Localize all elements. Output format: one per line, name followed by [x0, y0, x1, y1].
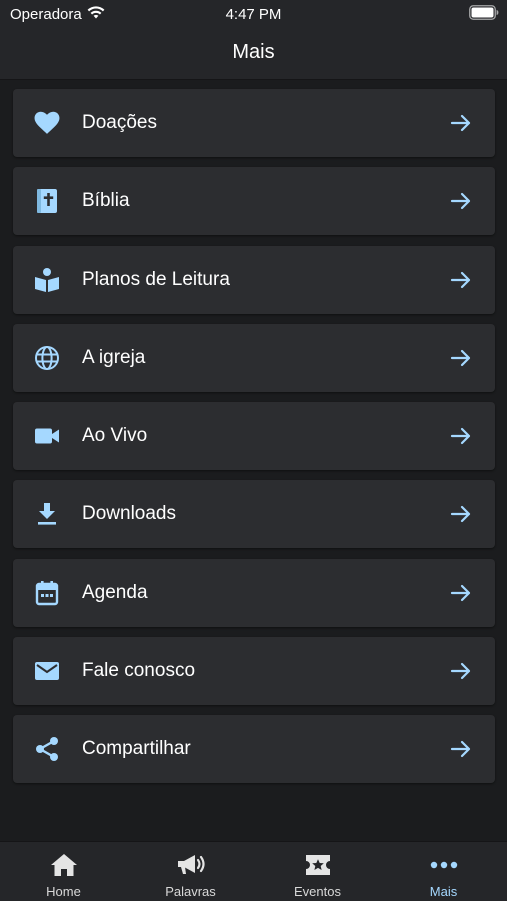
- calendar-icon: [33, 579, 61, 607]
- arrow-right-icon: [450, 349, 471, 366]
- menu-item-label: Doações: [82, 112, 157, 133]
- menu-item-label: Agenda: [82, 581, 148, 603]
- menu-item-label: Ao Vivo: [82, 425, 148, 446]
- menu-item-ao-vivo[interactable]: Ao Vivo: [13, 402, 495, 470]
- menu-item-doacoes[interactable]: Doações: [13, 89, 495, 157]
- arrow-right-icon: [450, 662, 471, 679]
- share-icon: [33, 735, 61, 763]
- megaphone-icon: [177, 855, 205, 874]
- arrow-right-icon: [450, 427, 471, 445]
- menu-item-compartilhar[interactable]: Compartilhar: [13, 715, 495, 783]
- bible-icon: [33, 187, 61, 215]
- menu-item-biblia[interactable]: Bíblia: [13, 167, 495, 236]
- tab-label: Mais: [429, 884, 458, 899]
- tab-label: Home: [46, 884, 81, 899]
- mail-icon: [33, 657, 61, 685]
- battery-icon: [469, 5, 499, 20]
- reading-plan-icon: [33, 266, 61, 294]
- status-bar: Operadora 4:47 PM: [0, 0, 507, 28]
- tab-eventos[interactable]: Eventos: [254, 842, 381, 901]
- menu-item-fale-conosco[interactable]: Fale conosco: [13, 636, 495, 705]
- menu-item-label: Bíblia: [82, 190, 130, 212]
- tab-bar: Home Palavras Eventos Mais: [0, 841, 507, 901]
- menu-item-agenda[interactable]: Agenda: [13, 558, 495, 627]
- arrow-right-icon: [450, 740, 471, 758]
- arrow-right-icon: [450, 193, 471, 210]
- menu-item-label: Planos de Leitura: [82, 268, 230, 290]
- arrow-right-icon: [450, 506, 471, 523]
- globe-icon: [33, 344, 61, 372]
- menu-item-a-igreja[interactable]: A igreja: [13, 323, 495, 392]
- menu-item-label: Downloads: [82, 503, 176, 525]
- download-icon: [33, 500, 61, 528]
- menu-item-label: A igreja: [82, 346, 146, 368]
- tab-palavras[interactable]: Palavras: [127, 842, 254, 901]
- home-icon: [50, 854, 77, 876]
- page-title: Mais: [232, 41, 275, 63]
- tab-label: Palavras: [165, 884, 216, 899]
- ticket-star-icon: [305, 855, 330, 875]
- menu-item-label: Compartilhar: [82, 738, 191, 759]
- navigation-bar: Mais: [0, 28, 507, 80]
- arrow-right-icon: [450, 271, 471, 288]
- heart-icon: [33, 109, 61, 137]
- menu-item-planos-de-leitura[interactable]: Planos de Leitura: [13, 245, 495, 314]
- tab-label: Eventos: [294, 884, 341, 899]
- tab-mais[interactable]: Mais: [380, 842, 507, 901]
- menu-item-label: Fale conosco: [82, 659, 196, 681]
- arrow-right-icon: [450, 114, 471, 132]
- arrow-right-icon: [450, 584, 471, 601]
- tab-home[interactable]: Home: [0, 842, 127, 901]
- menu-item-downloads[interactable]: Downloads: [13, 480, 495, 549]
- clock: 4:47 PM: [225, 6, 282, 23]
- menu-list: Doações Bíblia Planos de Leitura A igrej…: [13, 89, 495, 793]
- more-dots-icon: [430, 861, 457, 869]
- video-camera-icon: [33, 422, 61, 450]
